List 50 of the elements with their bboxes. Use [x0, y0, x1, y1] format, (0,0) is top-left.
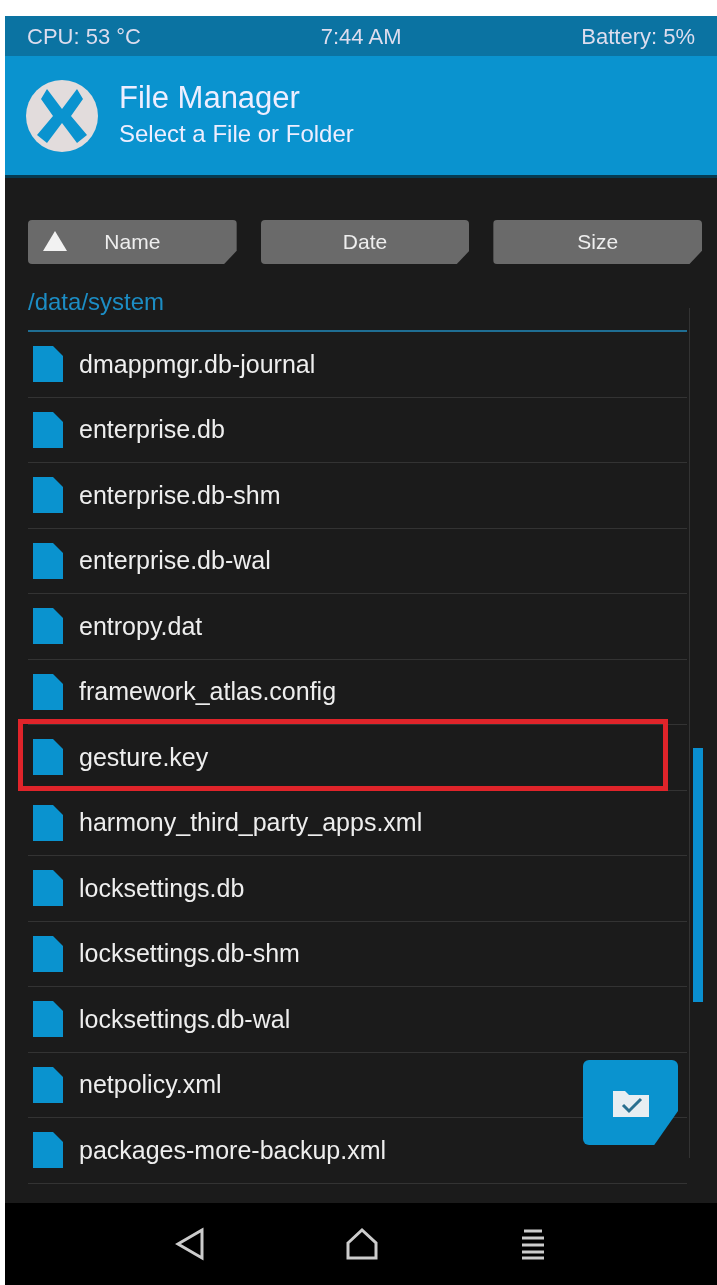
file-row[interactable]: entropy.dat	[28, 594, 687, 660]
file-icon	[33, 477, 63, 514]
select-folder-button[interactable]	[583, 1060, 678, 1145]
file-name: entropy.dat	[79, 610, 203, 642]
file-icon	[33, 935, 63, 972]
screen-subtitle: Select a File or Folder	[119, 119, 354, 150]
clock: 7:44 AM	[320, 22, 402, 51]
file-row[interactable]: dmappmgr.db-journal	[28, 332, 687, 398]
file-row[interactable]: enterprise.db-wal	[28, 528, 687, 594]
file-icon	[33, 870, 63, 907]
file-row[interactable]: enterprise.db-shm	[28, 463, 687, 529]
file-icon	[33, 411, 63, 448]
sort-button[interactable]: Size	[493, 220, 702, 264]
logo-icon	[25, 78, 99, 153]
file-icon	[33, 346, 63, 383]
file-name: framework_atlas.config	[79, 676, 337, 707]
scrollbar[interactable]	[689, 308, 702, 1158]
file-row[interactable]: harmony_third_party_apps.xml	[28, 790, 687, 856]
sort-button[interactable]: Name	[28, 220, 237, 264]
file-icon	[33, 804, 63, 841]
file-row[interactable]: framework_atlas.config	[28, 659, 687, 725]
file-icon	[33, 608, 63, 645]
current-path: /data/system	[28, 287, 166, 317]
file-name: enterprise.db-shm	[79, 479, 281, 511]
file-icon	[33, 739, 63, 776]
file-name: enterprise.db	[79, 414, 225, 445]
cpu-temperature: CPU: 53 °C	[27, 22, 141, 51]
file-row[interactable]: locksettings.db	[28, 856, 687, 922]
battery-level: Battery: 5%	[581, 22, 695, 51]
file-icon	[33, 1066, 63, 1103]
file-row[interactable]: enterprise.db	[28, 397, 687, 463]
file-name: locksettings.db	[79, 872, 245, 904]
file-name: enterprise.db-wal	[79, 545, 271, 576]
file-icon	[33, 673, 63, 710]
file-name: locksettings.db-wal	[79, 1003, 291, 1035]
file-name: harmony_third_party_apps.xml	[79, 807, 423, 838]
file-name: dmappmgr.db-journal	[79, 348, 316, 380]
file-name: packages-more-backup.xml	[79, 1134, 387, 1166]
sort-button[interactable]: Date	[260, 220, 470, 264]
file-row[interactable]: locksettings.db-shm	[28, 921, 687, 987]
file-row[interactable]: locksettings.db-wal	[28, 987, 687, 1053]
file-icon	[33, 542, 63, 579]
file-name: netpolicy.xml	[79, 1069, 222, 1100]
screen-title: File Manager	[119, 78, 301, 117]
file-name: locksettings.db-shm	[79, 938, 300, 969]
sort-ascending-icon	[42, 230, 68, 252]
file-name: gesture.key	[79, 741, 209, 773]
file-icon	[33, 1001, 63, 1038]
file-row[interactable]: gesture.key	[28, 725, 687, 791]
file-icon	[33, 1132, 63, 1169]
